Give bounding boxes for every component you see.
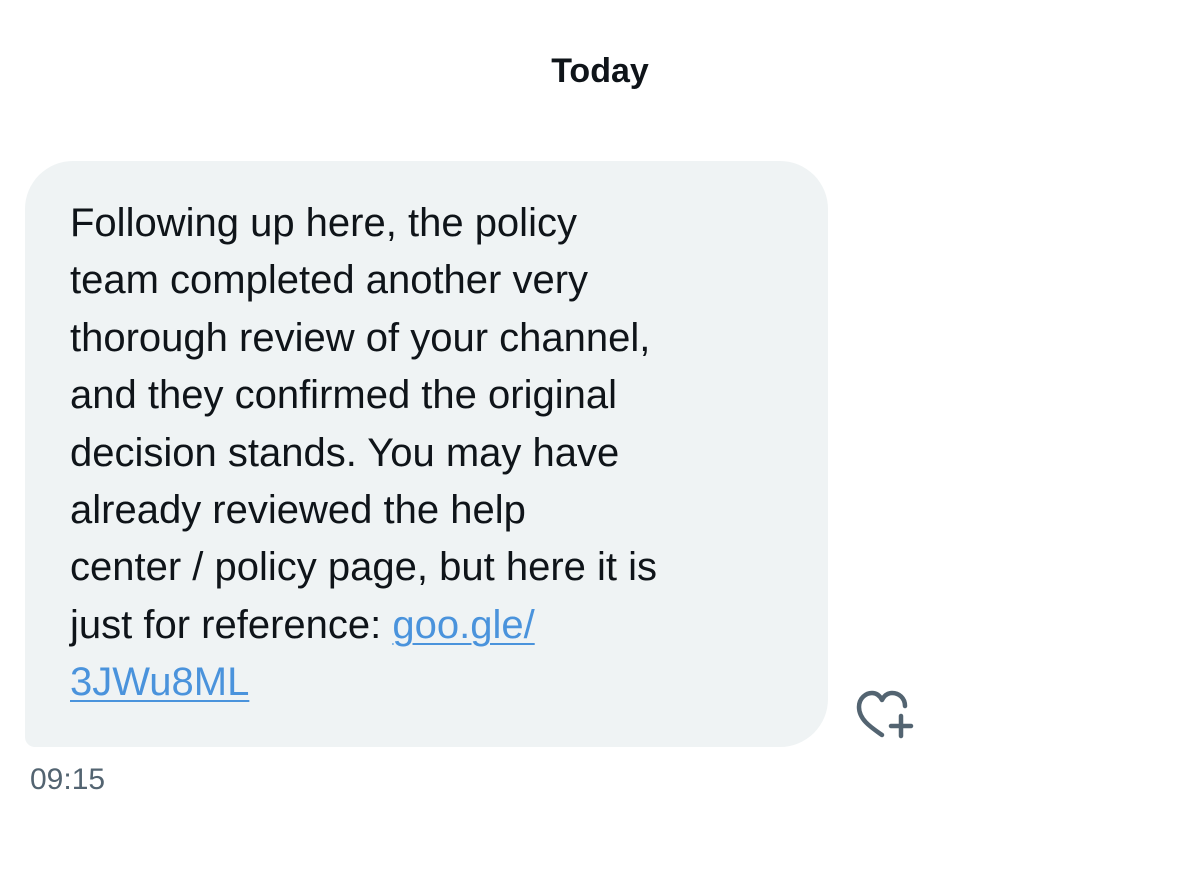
message-text: Following up here, the policy team compl… <box>70 195 788 712</box>
add-reaction-button[interactable] <box>852 688 918 744</box>
date-separator: Today <box>551 52 649 90</box>
message-body: Following up here, the policy team compl… <box>70 201 657 647</box>
message-bubble[interactable]: Following up here, the policy team compl… <box>25 161 828 747</box>
heart-plus-icon <box>856 690 914 739</box>
message-timestamp: 09:15 <box>30 763 106 796</box>
